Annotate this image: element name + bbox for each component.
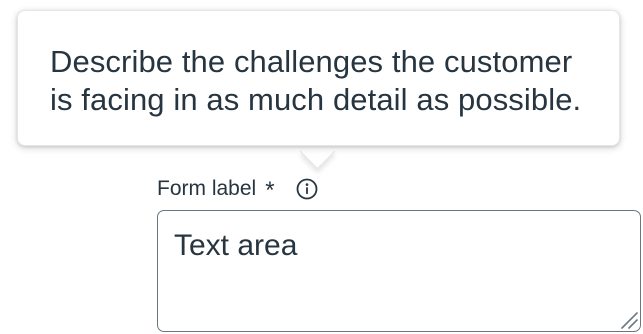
info-circle-icon [296,178,317,200]
field-label: Form label [157,177,257,200]
info-icon[interactable] [296,178,318,200]
resize-handle-icon[interactable] [616,307,638,329]
form-field-with-tooltip: Describe the challenges the customer is … [0,0,643,334]
text-area-value: Text area [174,229,298,262]
field-label-row: Form label * [157,174,318,204]
tooltip-arrow-joint [292,128,342,145]
help-tooltip: Describe the challenges the customer is … [17,10,620,146]
resize-grip-lines [621,312,638,329]
required-indicator: * [265,177,275,204]
tooltip-text-line-1: Describe the challenges the customer [50,44,573,79]
text-area[interactable]: Text area [157,210,641,332]
tooltip-text-line-2: is facing in as much detail as possible. [50,82,582,117]
